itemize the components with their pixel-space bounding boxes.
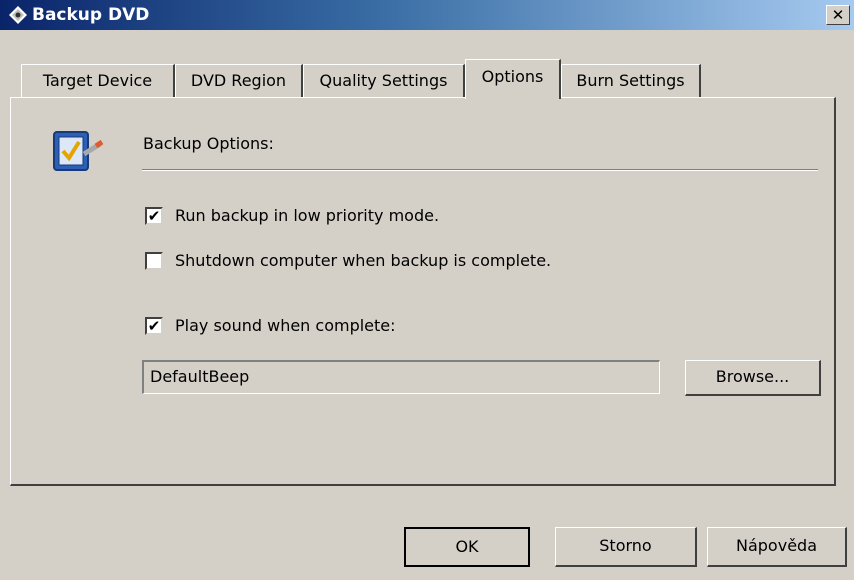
separator (142, 169, 818, 171)
tab-burn-settings[interactable]: Burn Settings (561, 64, 701, 98)
shutdown-label: Shutdown computer when backup is complet… (175, 251, 552, 270)
section-label: Backup Options: (143, 134, 274, 153)
low-priority-checkbox[interactable]: ✔ (145, 207, 163, 225)
cancel-button[interactable]: Storno (555, 527, 697, 567)
play-sound-checkbox[interactable]: ✔ (145, 317, 163, 335)
options-panel (10, 97, 836, 486)
ok-button[interactable]: OK (404, 527, 530, 567)
help-button[interactable]: Nápověda (707, 527, 847, 567)
shutdown-checkbox[interactable] (145, 252, 163, 270)
browse-button[interactable]: Browse... (685, 360, 821, 396)
play-sound-label: Play sound when complete: (175, 316, 396, 335)
close-button[interactable]: ✕ (826, 5, 850, 25)
checklist-icon (53, 131, 104, 171)
tab-dvd-region[interactable]: DVD Region (175, 64, 303, 98)
disc-icon (9, 6, 27, 24)
tab-options[interactable]: Options (465, 59, 561, 99)
low-priority-label: Run backup in low priority mode. (175, 206, 440, 225)
tab-target-device[interactable]: Target Device (21, 64, 175, 98)
title-bar[interactable]: Backup DVD ✕ (0, 0, 854, 30)
window-title: Backup DVD (32, 5, 150, 25)
sound-file-field[interactable]: DefaultBeep (142, 360, 660, 394)
close-icon: ✕ (831, 6, 845, 24)
tab-quality-settings[interactable]: Quality Settings (303, 64, 465, 98)
